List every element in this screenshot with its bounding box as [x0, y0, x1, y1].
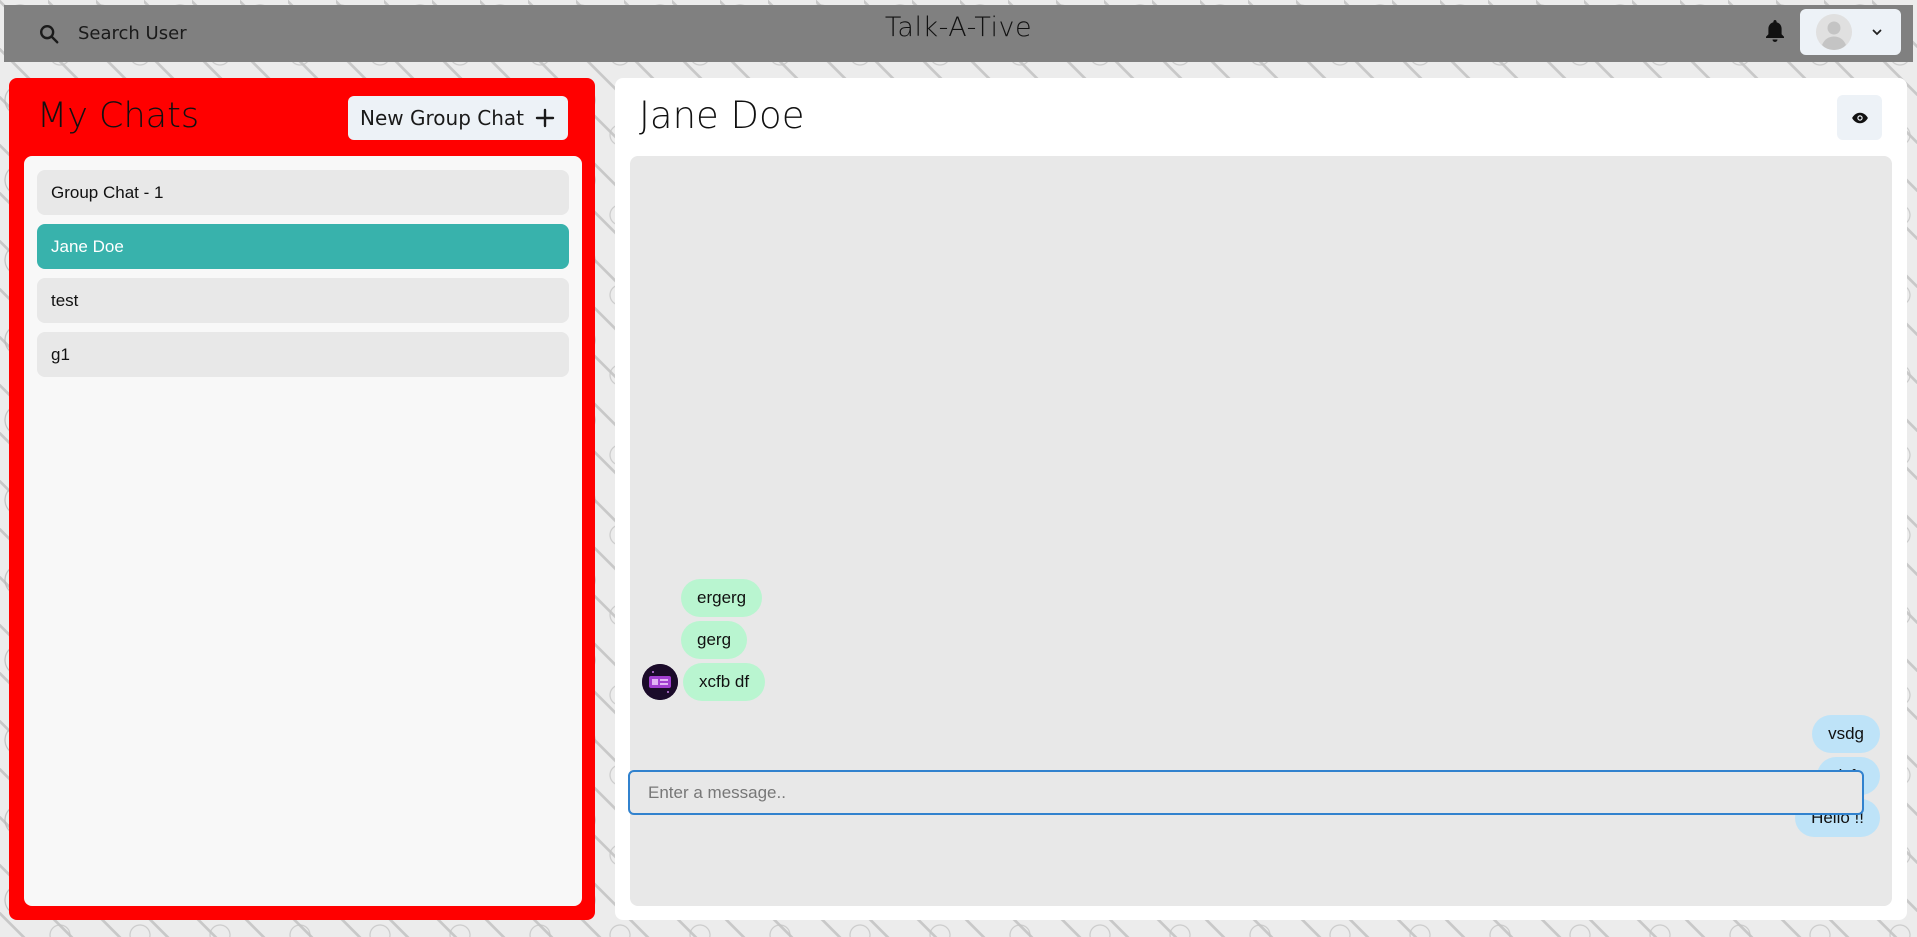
chat-list: Group Chat - 1 Jane Doe test g1 — [24, 156, 582, 906]
search-user-label: Search User — [78, 23, 187, 44]
my-chats-panel: My Chats New Group Chat Group Chat - 1 J… — [9, 78, 595, 920]
chat-list-item-name: Group Chat - 1 — [51, 182, 164, 202]
message-bubble-received: ergerg — [681, 579, 763, 617]
message-bubble-sent: vsdg — [1812, 715, 1880, 753]
message-bubble-received: xcfb df — [683, 663, 766, 701]
chat-list-item-name: test — [51, 290, 79, 310]
search-icon — [38, 23, 60, 45]
top-bar: Search User — [4, 5, 1913, 62]
chevron-down-icon — [1871, 26, 1883, 38]
chat-pane: Jane Doe ergerg gerg xcfb df vsdg dsfs H… — [615, 78, 1907, 920]
my-chats-title: My Chats — [37, 96, 200, 136]
chat-list-item[interactable]: Group Chat - 1 — [37, 170, 569, 215]
search-user-button[interactable]: Search User — [30, 14, 195, 54]
new-group-chat-label: New Group Chat — [360, 106, 524, 130]
sender-avatar[interactable] — [642, 664, 678, 700]
new-group-chat-button[interactable]: New Group Chat — [348, 96, 568, 140]
eye-icon — [1851, 109, 1869, 127]
view-profile-button[interactable] — [1837, 95, 1882, 140]
chat-list-item-name: Jane Doe — [51, 236, 124, 256]
chat-header-name: Jane Doe — [639, 94, 805, 137]
chat-list-item-name: g1 — [51, 344, 70, 364]
chat-list-item-selected[interactable]: Jane Doe — [37, 224, 569, 269]
chat-list-item[interactable]: g1 — [37, 332, 569, 377]
plus-icon — [534, 107, 556, 129]
chat-list-item[interactable]: test — [37, 278, 569, 323]
message-bubble-received: gerg — [681, 621, 748, 659]
user-menu-button[interactable] — [1800, 9, 1901, 55]
message-input[interactable] — [628, 770, 1864, 815]
bell-icon[interactable] — [1763, 18, 1787, 44]
avatar-icon — [1816, 14, 1852, 50]
